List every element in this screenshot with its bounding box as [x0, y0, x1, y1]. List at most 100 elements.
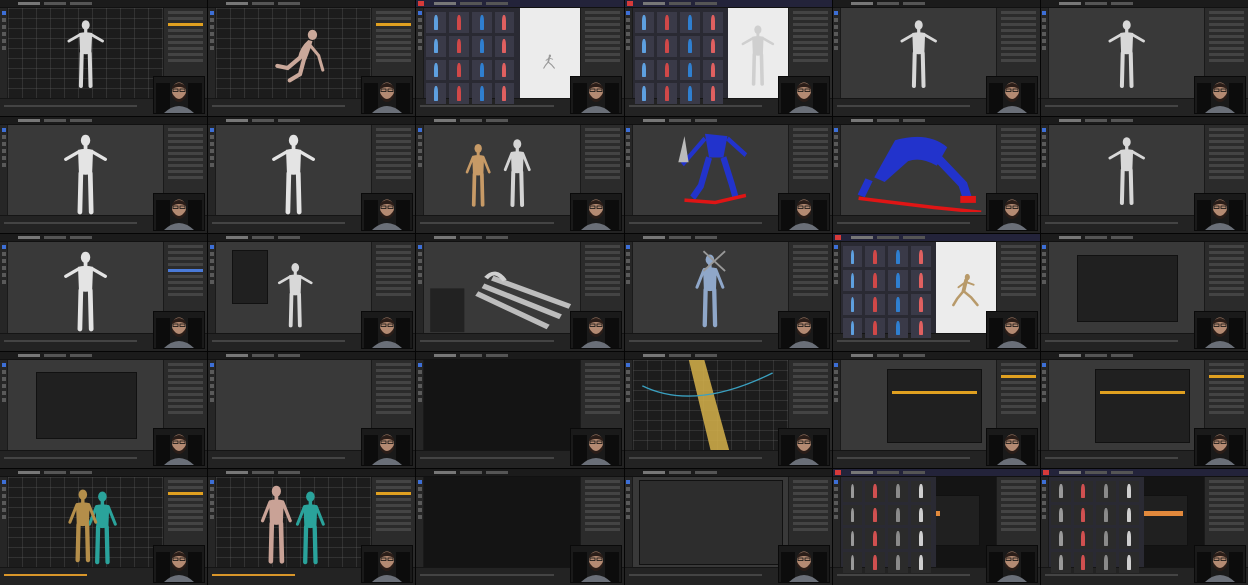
tool-shelf[interactable] — [208, 359, 217, 450]
menu-bar[interactable] — [208, 234, 416, 243]
animation-thumbnail[interactable] — [1073, 504, 1094, 526]
animation-thumbnail[interactable] — [657, 35, 677, 57]
3d-viewport[interactable] — [632, 359, 788, 450]
3d-viewport[interactable] — [8, 476, 164, 567]
tool-shelf[interactable] — [624, 8, 633, 99]
3d-viewport[interactable] — [632, 476, 788, 567]
tool-shelf[interactable] — [0, 8, 8, 99]
animation-thumbnail[interactable] — [842, 504, 863, 526]
download-dialog[interactable] — [1144, 494, 1189, 547]
menu-bar[interactable] — [624, 468, 832, 477]
tool-shelf[interactable] — [0, 125, 8, 216]
menu-bar[interactable] — [416, 0, 624, 8]
menu-bar[interactable] — [832, 351, 1040, 360]
3d-viewport[interactable] — [840, 125, 996, 216]
menu-bar[interactable] — [208, 117, 416, 126]
3d-viewport[interactable] — [1048, 125, 1204, 216]
outliner-list[interactable] — [638, 480, 784, 566]
animation-thumbnail[interactable] — [842, 293, 863, 315]
menu-bar[interactable] — [832, 468, 1040, 477]
animation-thumbnail[interactable] — [888, 480, 908, 502]
animation-thumbnail[interactable] — [449, 83, 469, 104]
animation-thumbnail[interactable] — [1050, 552, 1071, 573]
animation-thumbnail[interactable] — [702, 59, 723, 81]
tool-shelf[interactable] — [416, 242, 425, 333]
menu-bar[interactable] — [1040, 234, 1248, 243]
animation-thumbnail[interactable] — [449, 59, 469, 81]
selected-row[interactable] — [892, 391, 978, 395]
3d-viewport[interactable] — [8, 8, 164, 99]
animation-thumbnail[interactable] — [910, 293, 931, 315]
tool-shelf[interactable] — [0, 476, 8, 567]
3d-viewport[interactable] — [632, 125, 788, 216]
3d-viewport[interactable] — [216, 476, 372, 567]
animation-thumbnail[interactable] — [426, 59, 447, 81]
animation-thumbnail[interactable] — [865, 504, 886, 526]
menu-bar[interactable] — [1040, 0, 1248, 8]
3d-viewport[interactable] — [424, 125, 580, 216]
animation-thumbnail[interactable] — [494, 35, 515, 57]
animation-thumbnail[interactable] — [1119, 504, 1139, 526]
menu-bar[interactable] — [0, 234, 208, 243]
tool-shelf[interactable] — [1040, 125, 1049, 216]
animation-thumbnail[interactable] — [471, 12, 492, 33]
animation-thumbnail[interactable] — [888, 552, 908, 573]
menu-bar[interactable] — [208, 351, 416, 360]
animation-thumbnail[interactable] — [888, 528, 908, 550]
3d-viewport[interactable] — [840, 8, 996, 99]
download-dialog[interactable] — [936, 494, 980, 547]
animation-thumbnail[interactable] — [426, 12, 447, 33]
tool-shelf[interactable] — [624, 125, 633, 216]
menu-bar[interactable] — [1040, 351, 1248, 360]
animation-thumbnail[interactable] — [1119, 528, 1139, 550]
animation-thumbnail[interactable] — [1050, 504, 1071, 526]
animation-thumbnail[interactable] — [702, 12, 723, 33]
animation-thumbnail[interactable] — [910, 480, 931, 502]
animation-thumbnail[interactable] — [680, 83, 700, 104]
animation-thumbnail[interactable] — [842, 246, 863, 268]
menu-bar[interactable] — [208, 468, 416, 477]
menu-bar[interactable] — [0, 468, 208, 477]
animation-thumbnail[interactable] — [842, 552, 863, 573]
animation-thumbnail[interactable] — [865, 270, 886, 291]
menu-bar[interactable] — [0, 351, 208, 360]
tool-shelf[interactable] — [416, 476, 425, 567]
animation-library[interactable] — [842, 246, 931, 339]
animation-thumbnail[interactable] — [888, 246, 908, 268]
animation-thumbnail[interactable] — [865, 528, 886, 550]
selected-row[interactable] — [1100, 391, 1186, 395]
animation-thumbnail[interactable] — [657, 59, 677, 81]
tool-shelf[interactable] — [832, 242, 841, 333]
animation-thumbnail[interactable] — [910, 246, 931, 268]
3d-viewport[interactable] — [632, 242, 788, 333]
menu-bar[interactable] — [624, 117, 832, 126]
animation-thumbnail[interactable] — [910, 317, 931, 339]
animation-library[interactable] — [634, 12, 723, 104]
animation-thumbnail[interactable] — [471, 35, 492, 57]
tool-shelf[interactable] — [832, 476, 841, 567]
animation-thumbnail[interactable] — [1050, 528, 1071, 550]
tool-shelf[interactable] — [1040, 8, 1049, 99]
animation-thumbnail[interactable] — [865, 293, 886, 315]
animation-thumbnail[interactable] — [842, 480, 863, 502]
animation-thumbnail[interactable] — [865, 246, 886, 268]
menu-bar[interactable] — [832, 0, 1040, 8]
file-browser[interactable] — [35, 372, 138, 440]
3d-viewport[interactable] — [8, 359, 164, 450]
animation-thumbnail[interactable] — [1073, 552, 1094, 573]
animation-thumbnail[interactable] — [494, 12, 515, 33]
tool-shelf[interactable] — [0, 242, 8, 333]
menu-bar[interactable] — [0, 117, 208, 126]
animation-thumbnail[interactable] — [494, 59, 515, 81]
animation-thumbnail[interactable] — [865, 317, 886, 339]
animation-thumbnail[interactable] — [702, 83, 723, 104]
3d-viewport[interactable] — [1048, 8, 1204, 99]
3d-viewport[interactable] — [424, 242, 580, 333]
tool-shelf[interactable] — [208, 242, 217, 333]
animation-library[interactable] — [842, 480, 931, 573]
tool-shelf[interactable] — [0, 359, 8, 450]
animation-thumbnail[interactable] — [910, 270, 931, 291]
3d-viewport[interactable] — [840, 359, 996, 450]
tool-shelf[interactable] — [208, 476, 217, 567]
animation-thumbnail[interactable] — [634, 35, 655, 57]
